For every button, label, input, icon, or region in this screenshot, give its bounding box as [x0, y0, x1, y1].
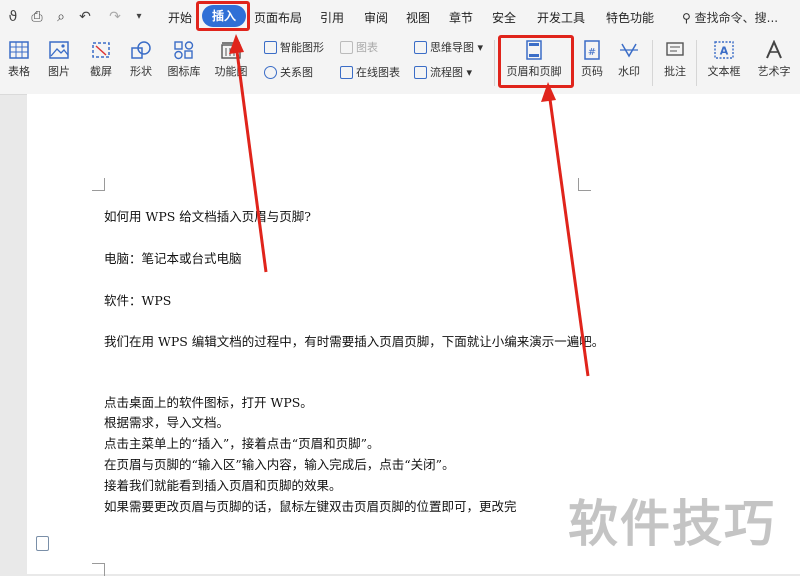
picture-button[interactable]: 图片: [44, 40, 74, 79]
comment-button[interactable]: 批注: [660, 40, 690, 79]
relationship-chart-label: 关系图: [280, 66, 313, 79]
smart-art-button[interactable]: 智能图形: [264, 40, 324, 56]
doc-line: 我们在用 WPS 编辑文档的过程中，有时需要插入页眉页脚，下面就让小编来演示一遍…: [104, 334, 605, 349]
redo-icon[interactable]: ↷: [106, 8, 124, 26]
text-box-icon: A: [714, 41, 734, 59]
doc-line: 电脑：笔记本或台式电脑: [104, 251, 242, 266]
table-icon: [9, 41, 29, 59]
page-number-label: 页码: [581, 65, 603, 78]
doc-line: 在页眉与页脚的“输入区”输入内容，输入完成后，点击“关闭”。: [104, 457, 455, 472]
svg-text:#: #: [588, 47, 596, 58]
table-label: 表格: [8, 65, 30, 78]
tab-special-features[interactable]: 特色功能: [606, 9, 654, 27]
comment-icon: [666, 42, 684, 56]
doc-line: 如果需要更改页眉与页脚的话，鼠标左键双击页眉页脚的位置即可，更改完: [104, 499, 517, 514]
smart-art-label: 智能图形: [280, 41, 324, 54]
crop-mark: [578, 178, 591, 191]
smart-art-icon: [264, 41, 277, 54]
picture-icon: [49, 41, 69, 59]
crop-mark: [92, 178, 105, 191]
picture-label: 图片: [48, 65, 70, 78]
tab-security[interactable]: 安全: [492, 9, 516, 27]
online-chart-icon: [340, 66, 353, 79]
function-chart-label: 功能图: [214, 65, 248, 78]
page-number-icon: #: [584, 40, 600, 60]
mind-map-button[interactable]: 思维导图 ▾: [414, 40, 483, 56]
online-chart-button[interactable]: 在线图表: [340, 65, 400, 81]
flowchart-icon: [414, 66, 427, 79]
doc-line: 软件：WPS: [104, 293, 172, 308]
shape-button[interactable]: 形状: [124, 40, 158, 79]
crop-mark: [92, 563, 105, 576]
tab-home[interactable]: 开始: [168, 9, 192, 27]
search-box[interactable]: ⚲ 查找命令、搜...: [682, 9, 778, 26]
watermark-text: 软件技巧: [568, 495, 776, 553]
table-button[interactable]: 表格: [4, 40, 34, 79]
shape-label: 形状: [130, 65, 152, 78]
undo-icon[interactable]: ↶: [76, 8, 94, 26]
customize-arrow-icon[interactable]: ▾: [130, 8, 148, 26]
chart-label: 图表: [356, 41, 378, 54]
screenshot-label: 截屏: [90, 65, 112, 78]
text-box-label: 文本框: [707, 65, 741, 78]
document-status-icon[interactable]: [36, 536, 49, 551]
doc-title-line: 如何用 WPS 给文档插入页眉与页脚?: [104, 209, 311, 224]
function-chart-icon: [221, 42, 241, 59]
mind-map-label: 思维导图: [430, 41, 474, 54]
relationship-chart-button[interactable]: 关系图: [264, 65, 313, 81]
watermark-icon: [620, 43, 638, 58]
svg-text:A: A: [720, 45, 729, 58]
doc-line: 点击桌面上的软件图标，打开 WPS。: [104, 395, 313, 410]
tab-page-layout[interactable]: 页面布局: [254, 9, 302, 27]
menu-bar: ϑ ⎙ ⌕ ↶ ↷ ▾ 开始 插入 页面布局 引用 审阅 视图 章节 安全 开发…: [0, 0, 800, 34]
ribbon-separator: [652, 40, 653, 86]
tab-chapter[interactable]: 章节: [449, 9, 473, 27]
header-footer-highlight: [498, 35, 574, 88]
icon-library-label: 图标库: [167, 65, 201, 78]
tab-view[interactable]: 视图: [406, 9, 430, 27]
watermark-label: 水印: [618, 65, 640, 78]
tab-review[interactable]: 审阅: [364, 9, 388, 27]
doc-line: 根据需求，导入文档。: [104, 415, 230, 430]
comment-label: 批注: [664, 65, 686, 78]
wps-logo-icon[interactable]: ϑ: [4, 8, 22, 26]
ribbon-separator: [696, 40, 697, 86]
mind-map-icon: [414, 41, 427, 54]
icon-library-button[interactable]: 图标库: [164, 40, 204, 79]
print-icon[interactable]: ⎙: [28, 8, 46, 26]
chart-icon: [340, 41, 353, 54]
screenshot-button[interactable]: 截屏: [84, 40, 118, 79]
word-art-button[interactable]: 艺术字: [752, 40, 796, 79]
flowchart-button[interactable]: 流程图 ▾: [414, 65, 472, 81]
function-chart-button[interactable]: 功能图: [210, 40, 252, 79]
word-art-icon: [766, 40, 782, 59]
icon-library-icon: [174, 41, 194, 60]
tab-developer[interactable]: 开发工具: [537, 9, 585, 27]
online-chart-label: 在线图表: [356, 66, 400, 79]
ribbon-separator: [494, 40, 495, 86]
screenshot-icon: [92, 42, 110, 58]
search-icon: ⚲: [682, 11, 691, 25]
flowchart-label: 流程图: [430, 66, 463, 79]
tab-references[interactable]: 引用: [320, 9, 344, 27]
insert-tab-highlight: [196, 1, 250, 31]
page-number-button[interactable]: # 页码: [575, 40, 609, 79]
doc-line: 点击主菜单上的“插入”，接着点击“页眉和页脚”。: [104, 436, 380, 451]
word-art-label: 艺术字: [757, 65, 791, 78]
watermark-button[interactable]: 水印: [612, 40, 646, 79]
shape-icon: [131, 41, 151, 59]
text-box-button[interactable]: A 文本框: [702, 40, 746, 79]
search-label: 查找命令、搜...: [694, 11, 779, 25]
doc-line: 接着我们就能看到插入页眉和页脚的效果。: [104, 478, 342, 493]
chart-button[interactable]: 图表: [340, 40, 378, 56]
relationship-chart-icon: [264, 66, 277, 79]
print-preview-icon[interactable]: ⌕: [52, 8, 70, 26]
